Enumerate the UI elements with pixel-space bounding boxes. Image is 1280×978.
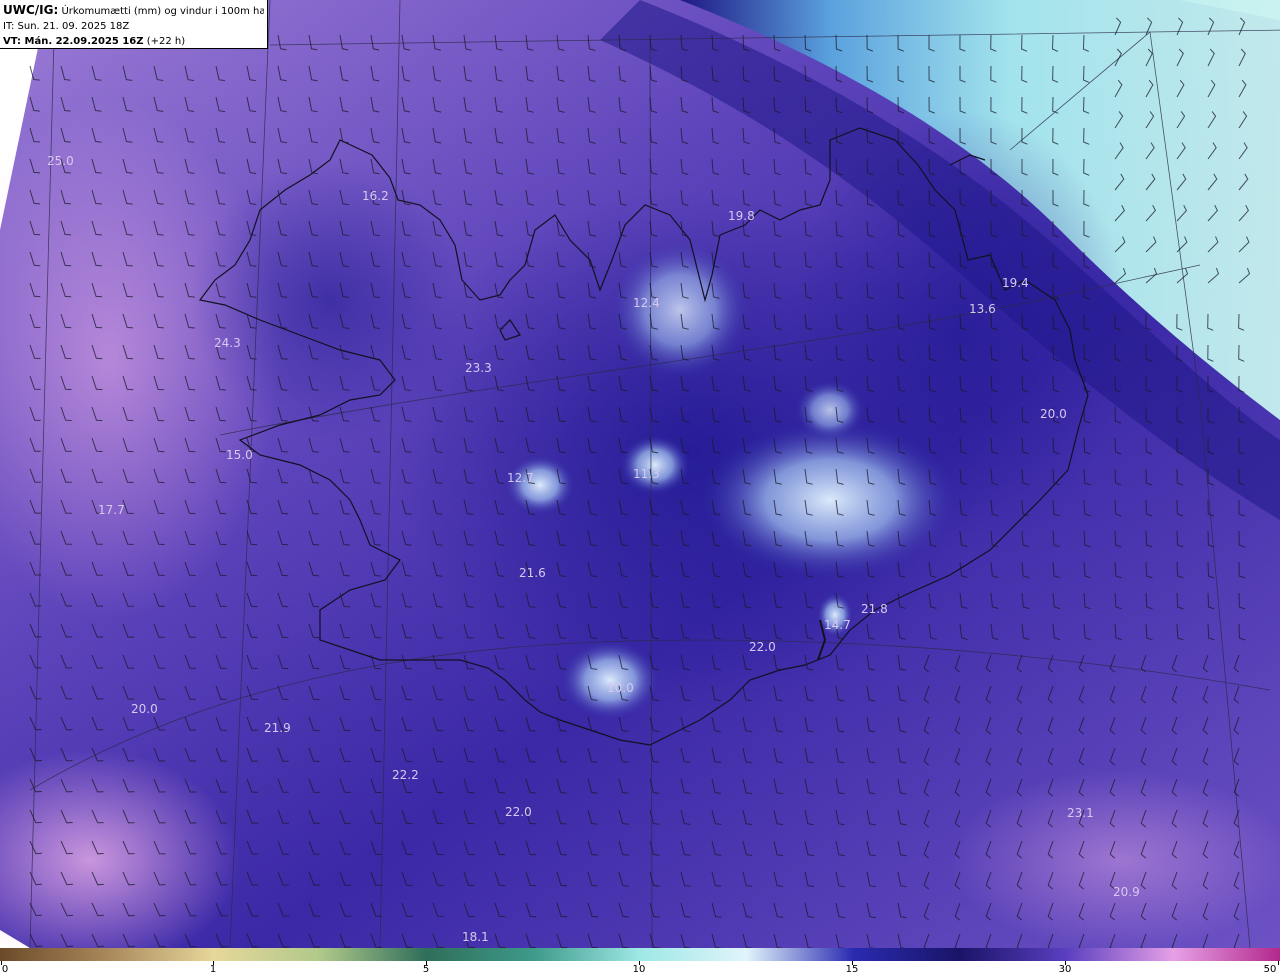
precipitation-wind-map: 25.0 16.2 19.8 19.4 13.6 12.4 24.3 23.3 …: [0, 0, 1280, 948]
value-label: 23.3: [465, 361, 492, 375]
value-label: 12.4: [633, 296, 660, 310]
value-label: 21.8: [861, 602, 888, 616]
title-row: UWC/IG: Úrkomumætti (mm) og vindur i 100…: [3, 3, 264, 19]
colorbar: 0 1 5 10 15 30 50: [0, 948, 1280, 978]
colorbar-label: 5: [422, 964, 430, 975]
value-label: 12.7: [507, 471, 534, 485]
colorbar-strip: [0, 948, 1280, 961]
value-label: 17.7: [98, 503, 125, 517]
value-label: 18.1: [462, 930, 489, 944]
valid-time-row: VT: Mán. 22.09.2025 16Z (+22 h): [3, 34, 264, 49]
field-description: Úrkomumætti (mm) og vindur i 100m hæð: [61, 6, 264, 17]
colorbar-label: 10: [632, 964, 646, 975]
value-label: 11.3: [633, 467, 660, 481]
forecast-offset: (+22 h): [146, 36, 186, 47]
value-label: 13.6: [969, 302, 996, 316]
value-label: 19.4: [1002, 276, 1029, 290]
colorbar-label: 15: [845, 964, 859, 975]
value-label: 24.3: [214, 336, 241, 350]
colorbar-tick: [1278, 961, 1279, 965]
value-label: 21.9: [264, 721, 291, 735]
colorbar-label: 50: [1263, 964, 1277, 975]
colorbar-label: 1: [209, 964, 217, 975]
value-label: 14.7: [824, 618, 851, 632]
colorbar-label: 0: [1, 964, 9, 975]
ice-patch-vatnajokull: [700, 420, 960, 580]
value-label: 20.0: [1040, 407, 1067, 421]
initial-time: IT: Sun. 21. 09. 2025 18Z: [3, 21, 130, 32]
colorbar-label: 30: [1058, 964, 1072, 975]
ice-patch-hofsjokull: [620, 435, 690, 495]
value-label: 16.2: [362, 189, 389, 203]
map-info-box: UWC/IG: Úrkomumætti (mm) og vindur i 100…: [0, 0, 268, 49]
value-label: 22.0: [749, 640, 776, 654]
value-label: 19.8: [728, 209, 755, 223]
value-label: 25.0: [47, 154, 74, 168]
value-label: 15.0: [226, 448, 253, 462]
model-name: UWC/IG:: [3, 3, 59, 17]
value-label: 21.6: [519, 566, 546, 580]
value-label: 22.0: [505, 805, 532, 819]
pink-band-southeast: [950, 770, 1280, 948]
ice-patch-myrdalsjokull: [560, 640, 660, 720]
value-label: 20.0: [131, 702, 158, 716]
value-label: 23.1: [1067, 806, 1094, 820]
value-label: 22.2: [392, 768, 419, 782]
ice-patch-langjokull: [505, 455, 575, 515]
value-label: 20.9: [1113, 885, 1140, 899]
ice-patch-north: [610, 240, 750, 380]
valid-time: VT: Mán. 22.09.2025 16Z: [3, 36, 144, 47]
value-label: 10.0: [607, 681, 634, 695]
